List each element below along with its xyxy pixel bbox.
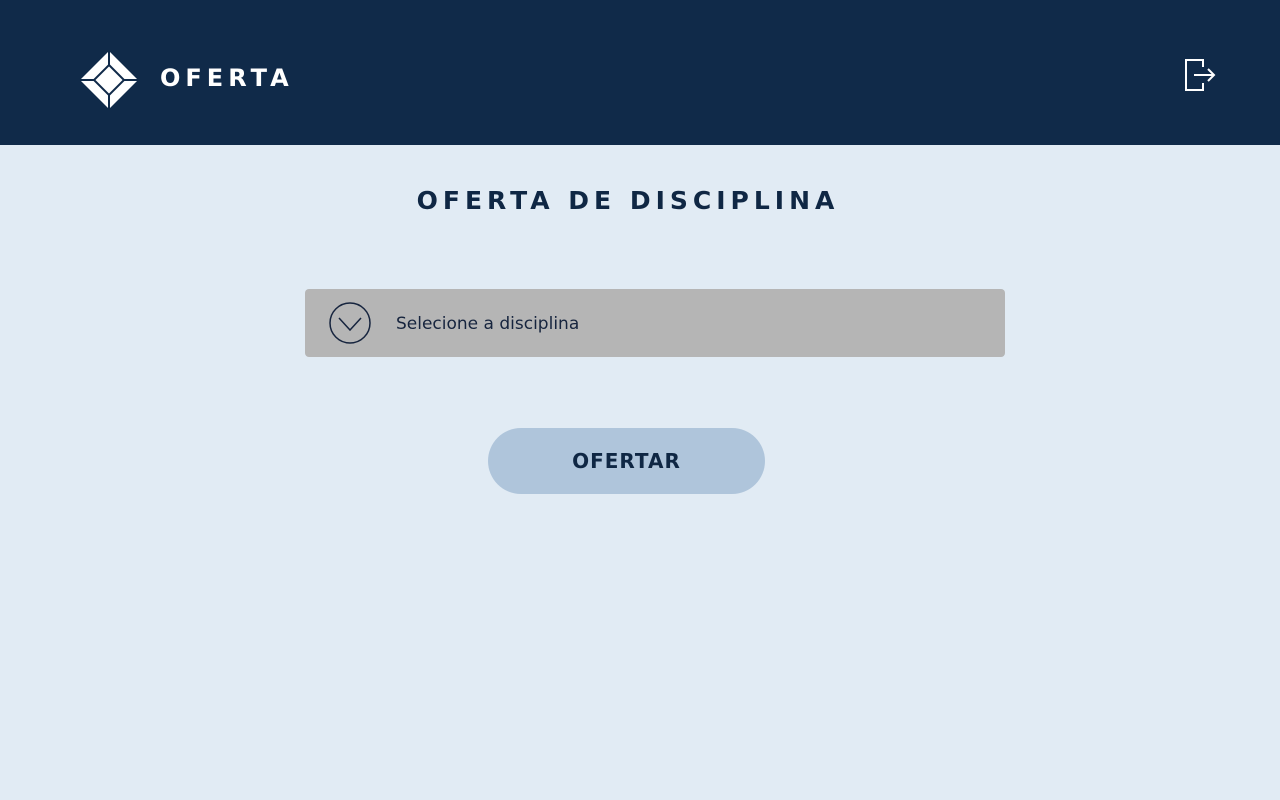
logout-icon[interactable] (1184, 58, 1216, 92)
discipline-select[interactable]: Selecione a disciplina (305, 289, 1005, 357)
page-title: OFERTA DE DISCIPLINA (416, 186, 840, 215)
diamond-logo-icon (80, 51, 138, 109)
ofertar-button[interactable]: OFERTAR (488, 428, 765, 494)
discipline-select-placeholder: Selecione a disciplina (396, 314, 580, 334)
chevron-down-circle-icon (329, 302, 371, 344)
app-header: OFERTA (0, 0, 1280, 145)
brand-name: OFERTA (160, 64, 294, 92)
